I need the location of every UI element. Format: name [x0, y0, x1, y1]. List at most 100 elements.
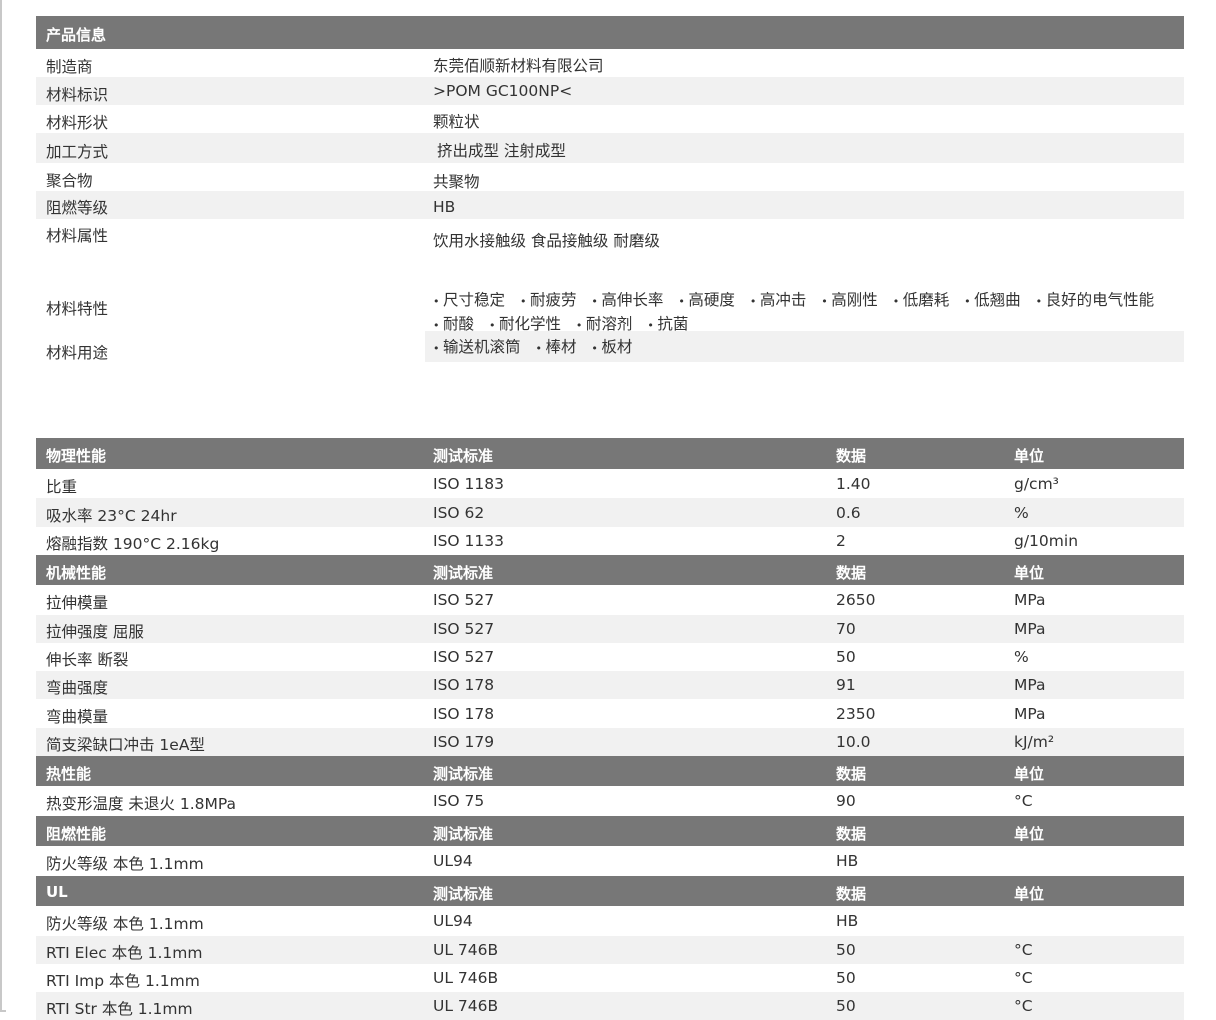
info-row-flame-rating: 阻燃等级 HB [36, 191, 1184, 219]
property-standard: ISO 1133 [433, 532, 504, 550]
info-row-attributes: 材料属性 饮用水接触级 食品接触级 耐磨级 [36, 219, 1184, 273]
property-row: 防火等级 本色 1.1mm UL94 HB [36, 846, 1184, 876]
bullet-item: 低翘曲 [964, 291, 1021, 309]
bullet-item: 低磨耗 [893, 291, 950, 309]
info-label: 材料形状 [46, 114, 109, 132]
info-row-polymer: 聚合物 共聚物 [36, 163, 1184, 191]
uses-label: 材料用途 [46, 344, 109, 362]
property-unit: kJ/m² [1014, 733, 1055, 751]
property-row: 比重 ISO 1183 1.40 g/cm³ [36, 469, 1184, 498]
property-name: RTI Imp 本色 1.1mm [46, 972, 200, 990]
info-row-shape: 材料形状 颗粒状 [36, 105, 1184, 133]
column-header-standard: 测试标准 [433, 564, 494, 582]
property-name: 简支梁缺口冲击 1eA型 [46, 736, 205, 754]
property-name: 弯曲强度 [46, 679, 109, 697]
property-unit: g/10min [1014, 532, 1079, 550]
bullet-item: 板材 [591, 338, 632, 356]
property-value: HB [836, 852, 859, 870]
property-value: 50 [836, 648, 856, 666]
bullet-item: 耐疲劳 [520, 291, 577, 309]
info-value: >POM GC100NP< [433, 82, 573, 100]
property-standard: ISO 178 [433, 676, 495, 694]
bullet-item: 高硬度 [678, 291, 735, 309]
property-unit: MPa [1014, 676, 1046, 694]
section-title: 物理性能 [46, 447, 107, 465]
column-header-unit: 单位 [1014, 825, 1045, 843]
column-header-unit: 单位 [1014, 765, 1045, 783]
column-header-data: 数据 [836, 765, 867, 783]
property-name: RTI Str 本色 1.1mm [46, 1000, 193, 1018]
bullet-item: 高伸长率 [591, 291, 663, 309]
property-unit: °C [1014, 997, 1033, 1015]
column-header-unit: 单位 [1014, 447, 1045, 465]
property-standard: UL94 [433, 912, 473, 930]
info-row-processing: 加工方式 挤出成型 注射成型 [36, 133, 1184, 163]
property-unit: g/cm³ [1014, 475, 1059, 493]
property-unit: MPa [1014, 705, 1046, 723]
property-value: 0.6 [836, 504, 861, 522]
property-name: 伸长率 断裂 [46, 651, 129, 669]
property-standard: ISO 178 [433, 705, 495, 723]
info-label: 材料属性 [46, 227, 109, 245]
property-row: 防火等级 本色 1.1mm UL94 HB [36, 906, 1184, 936]
info-row-uses: 材料用途 输送机滚筒 棒材 板材 [36, 331, 1184, 367]
product-info-title: 产品信息 [46, 26, 107, 44]
property-standard: ISO 179 [433, 733, 495, 751]
property-row: 拉伸强度 屈服 ISO 527 70 MPa [36, 615, 1184, 643]
property-standard: ISO 527 [433, 620, 495, 638]
property-row: 简支梁缺口冲击 1eA型 ISO 179 10.0 kJ/m² [36, 728, 1184, 756]
property-name: RTI Elec 本色 1.1mm [46, 944, 203, 962]
properties-table: 物理性能 测试标准 数据 单位 比重 ISO 1183 1.40 g/cm³ 吸水率 23°C … [36, 438, 1184, 1020]
info-value: 饮用水接触级 食品接触级 耐磨级 [433, 232, 660, 250]
section-title: 机械性能 [46, 564, 107, 582]
property-name: 热变形温度 未退火 1.8MPa [46, 795, 237, 813]
section-header: 热性能 测试标准 数据 单位 [36, 756, 1184, 786]
property-standard: UL 746B [433, 969, 499, 987]
property-value: 2650 [836, 591, 876, 609]
section-header: 物理性能 测试标准 数据 单位 [36, 438, 1184, 469]
property-row: RTI Imp 本色 1.1mm UL 746B 50 °C [36, 964, 1184, 992]
uses-list: 输送机滚筒 棒材 板材 [433, 336, 642, 360]
property-row: 伸长率 断裂 ISO 527 50% [36, 643, 1184, 671]
column-header-unit: 单位 [1014, 564, 1045, 582]
property-value: 90 [836, 792, 856, 810]
property-row: RTI Elec 本色 1.1mm UL 746B 50 °C [36, 936, 1184, 964]
property-row: 热变形温度 未退火 1.8MPa ISO 75 90 °C [36, 786, 1184, 816]
property-row: RTI Str 本色 1.1mm UL 746B 50 °C [36, 992, 1184, 1020]
info-label: 制造商 [46, 58, 93, 76]
bullet-item: 高冲击 [750, 291, 807, 309]
property-standard: ISO 527 [433, 591, 495, 609]
column-header-standard: 测试标准 [433, 825, 494, 843]
info-value: HB [433, 198, 456, 216]
info-label: 聚合物 [46, 172, 93, 190]
property-name: 吸水率 23°C 24hr [46, 507, 177, 525]
property-name: 拉伸模量 [46, 594, 109, 612]
column-header-data: 数据 [836, 885, 867, 903]
bullet-item: 良好的电气性能 [1036, 291, 1155, 309]
property-unit: °C [1014, 941, 1033, 959]
property-standard: ISO 1183 [433, 475, 504, 493]
property-value: 50 [836, 941, 856, 959]
property-unit: MPa [1014, 620, 1046, 638]
property-standard: UL 746B [433, 941, 499, 959]
info-row-features: 材料特性 尺寸稳定 耐疲劳 高伸长率 高硬度 高冲击 高刚性 低磨耗 低翘曲 良… [36, 273, 1184, 333]
property-standard: ISO 62 [433, 504, 485, 522]
info-value: 东莞佰顺新材料有限公司 [433, 57, 604, 75]
section-header: UL 测试标准 数据 单位 [36, 876, 1184, 906]
property-value: 50 [836, 969, 856, 987]
info-label: 加工方式 [46, 143, 109, 161]
property-row: 吸水率 23°C 24hr ISO 62 0.6% [36, 498, 1184, 527]
property-name: 防火等级 本色 1.1mm [46, 915, 204, 933]
section-header: 机械性能 测试标准 数据 单位 [36, 555, 1184, 585]
property-value: 91 [836, 676, 856, 694]
property-unit: °C [1014, 969, 1033, 987]
section-title: UL [46, 883, 68, 901]
property-unit: % [1014, 504, 1029, 522]
column-header-data: 数据 [836, 825, 867, 843]
property-unit: % [1014, 648, 1029, 666]
product-info-header: 产品信息 [36, 16, 1184, 49]
column-header-data: 数据 [836, 447, 867, 465]
property-value: 10.0 [836, 733, 871, 751]
property-row: 拉伸模量 ISO 527 2650 MPa [36, 585, 1184, 615]
property-value: 2 [836, 532, 846, 550]
